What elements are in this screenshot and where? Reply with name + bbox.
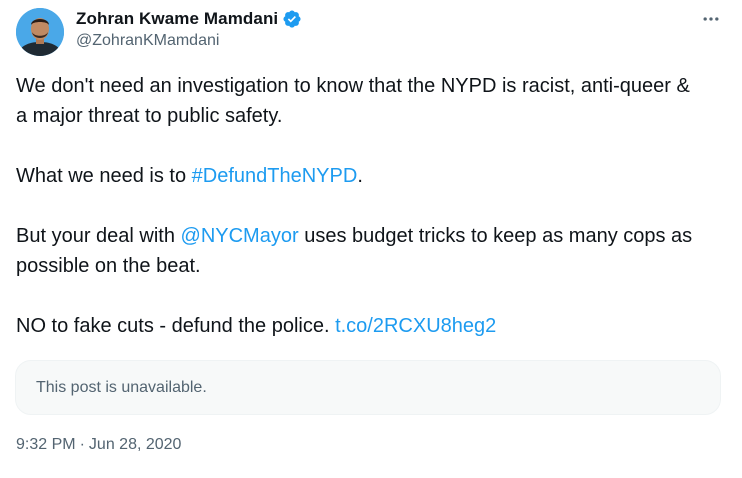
- hashtag-link[interactable]: #DefundTheNYPD: [192, 165, 358, 187]
- post-date[interactable]: Jun 28, 2020: [89, 436, 182, 453]
- quoted-post-unavailable: This post is unavailable.: [15, 360, 721, 415]
- author-block: Zohran Kwame Mamdani @ZohranKMamdani: [76, 8, 302, 50]
- text-segment: NO to fake cuts - defund the police.: [16, 315, 336, 337]
- post-paragraph-1: We don't need an investigation to know t…: [16, 75, 690, 127]
- unavailable-message: This post is unavailable.: [36, 378, 207, 396]
- post-time[interactable]: 9:32 PM: [16, 436, 76, 453]
- post-timestamp: 9:32 PM · Jun 28, 2020: [16, 436, 181, 454]
- more-options-button[interactable]: [696, 8, 726, 30]
- text-segment: But your deal with: [16, 225, 181, 247]
- post-paragraph-3: But your deal with @NYCMayor uses budget…: [16, 221, 706, 281]
- author-display-name[interactable]: Zohran Kwame Mamdani: [76, 9, 278, 29]
- timestamp-separator: ·: [79, 436, 85, 453]
- post-text: We don't need an investigation to know t…: [16, 71, 706, 341]
- post-paragraph-4: NO to fake cuts - defund the police. t.c…: [16, 311, 706, 341]
- mention-link[interactable]: @NYCMayor: [181, 225, 299, 247]
- author-name-row: Zohran Kwame Mamdani: [76, 8, 302, 30]
- text-segment: What we need is to: [16, 165, 192, 187]
- author-handle[interactable]: @ZohranKMamdani: [76, 32, 302, 50]
- avatar[interactable]: [16, 8, 64, 56]
- url-link[interactable]: t.co/2RCXU8heg2: [335, 315, 496, 337]
- text-segment: .: [357, 165, 363, 187]
- post-paragraph-2: What we need is to #DefundTheNYPD.: [16, 161, 706, 191]
- post: Zohran Kwame Mamdani @ZohranKMamdani We …: [0, 0, 742, 478]
- more-horizontal-icon: [703, 17, 719, 21]
- verified-badge-icon[interactable]: [282, 9, 302, 29]
